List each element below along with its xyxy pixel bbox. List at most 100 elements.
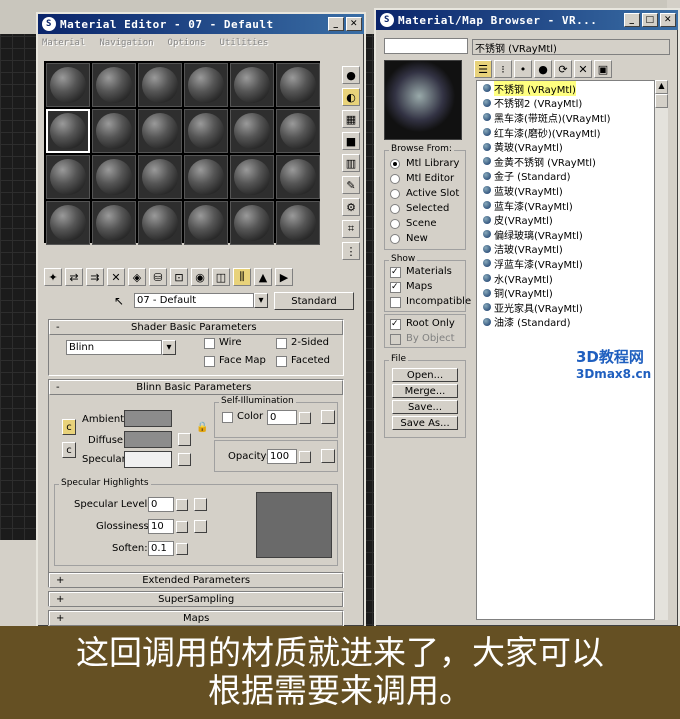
sample-slot[interactable] (276, 109, 320, 153)
two-sided-checkbox[interactable] (276, 338, 287, 349)
lock-ambient-diffuse-button[interactable]: c (62, 419, 76, 435)
sample-slot[interactable] (92, 109, 136, 153)
specular-map-button[interactable] (178, 453, 191, 466)
clear-library-icon[interactable]: ▣ (594, 60, 612, 78)
material-navigator-icon[interactable]: ⋮ (342, 242, 360, 260)
list-item[interactable]: 浮蓝车漆(VRayMtl) (477, 256, 655, 271)
show-end-result-icon[interactable]: ⫼ (233, 268, 251, 286)
sample-slot[interactable] (92, 155, 136, 199)
diffuse-map-button[interactable] (178, 433, 191, 446)
sample-slot[interactable] (184, 109, 228, 153)
scroll-thumb[interactable] (655, 94, 668, 108)
list-item[interactable]: 亚光家具(VRayMtl) (477, 300, 655, 315)
sample-slot[interactable] (276, 63, 320, 107)
close-button[interactable]: ✕ (346, 17, 362, 31)
faceted-checkbox[interactable] (276, 356, 287, 367)
sample-slot[interactable] (92, 63, 136, 107)
material-type-button[interactable]: Standard (274, 292, 354, 310)
close-button[interactable]: ✕ (660, 13, 676, 27)
file-save-button[interactable]: Save... (392, 400, 458, 414)
file-save-as-button[interactable]: Save As... (392, 416, 458, 430)
list-item[interactable]: 不锈钢 (VRayMtl) (477, 80, 655, 96)
soften-spinner[interactable] (176, 543, 188, 555)
list-item[interactable]: 铜(VRayMtl) (477, 285, 655, 300)
view-list-icons-icon[interactable]: ⁝ (494, 60, 512, 78)
glossiness-value[interactable]: 10 (148, 519, 174, 534)
specular-level-value[interactable]: 0 (148, 497, 174, 512)
specular-level-map-button[interactable] (194, 498, 207, 511)
view-small-icons-icon[interactable]: • (514, 60, 532, 78)
menu-options[interactable]: Options (168, 38, 206, 48)
specular-color-swatch[interactable] (124, 451, 172, 468)
material-name-field[interactable]: 07 - Default (134, 293, 254, 308)
minimize-button[interactable]: _ (328, 17, 344, 31)
list-item[interactable]: 油漆 (Standard) (477, 315, 655, 329)
put-to-scene-icon[interactable]: ⇄ (65, 268, 83, 286)
self-illum-map-button[interactable] (321, 410, 335, 424)
specular-level-spinner[interactable] (176, 499, 188, 511)
glossiness-spinner[interactable] (176, 521, 188, 533)
options-icon[interactable]: ⚙ (342, 198, 360, 216)
list-item[interactable]: 不锈钢2 (VRayMtl) (477, 96, 655, 110)
shader-dropdown-arrow[interactable]: ▾ (162, 340, 176, 355)
minimize-button[interactable]: _ (624, 13, 640, 27)
opacity-value[interactable]: 100 (267, 449, 297, 464)
list-item[interactable]: 黄玻(VRayMtl) (477, 139, 655, 154)
scroll-up-arrow[interactable]: ▲ (655, 80, 668, 94)
sample-slot[interactable] (138, 155, 182, 199)
sample-slot[interactable] (138, 63, 182, 107)
delete-from-library-icon[interactable]: ✕ (574, 60, 592, 78)
make-unique-icon[interactable]: ⛁ (149, 268, 167, 286)
sample-slot[interactable] (184, 63, 228, 107)
dropdown-arrow-button[interactable]: ▾ (254, 293, 268, 308)
ambient-color-swatch[interactable] (124, 410, 172, 427)
assign-to-selection-icon[interactable]: ⇉ (86, 268, 104, 286)
shader-rollout-header[interactable]: - Shader Basic Parameters (49, 320, 343, 335)
background-checker-icon[interactable]: ▦ (342, 110, 360, 128)
maximize-button[interactable]: □ (642, 13, 658, 27)
sample-slot[interactable] (230, 109, 274, 153)
sample-slot-selected[interactable] (46, 109, 90, 153)
make-copy-icon[interactable]: ◈ (128, 268, 146, 286)
radio-scene[interactable] (390, 219, 400, 229)
make-preview-icon[interactable]: ✎ (342, 176, 360, 194)
get-material-icon[interactable]: ✦ (44, 268, 62, 286)
sample-slot[interactable] (184, 201, 228, 245)
list-item[interactable]: 偏绿玻璃(VRayMtl) (477, 227, 655, 242)
by-object-checkbox[interactable] (390, 334, 401, 345)
face-map-checkbox[interactable] (204, 356, 215, 367)
sample-slot[interactable] (46, 201, 90, 245)
shader-select[interactable]: Blinn (66, 340, 162, 355)
put-to-library-icon[interactable]: ⊡ (170, 268, 188, 286)
sample-slot[interactable] (46, 155, 90, 199)
sample-slot[interactable] (92, 201, 136, 245)
select-by-material-icon[interactable]: ⌗ (342, 220, 360, 238)
view-large-icons-icon[interactable]: ● (534, 60, 552, 78)
sample-type-icon[interactable]: ● (342, 66, 360, 84)
list-item[interactable]: 皮(VRayMtl) (477, 212, 655, 227)
go-forward-to-sibling-icon[interactable]: ▶ (275, 268, 293, 286)
sample-slot[interactable] (230, 155, 274, 199)
extended-parameters-header[interactable]: + Extended Parameters (49, 573, 343, 588)
lock-diffuse-specular-button[interactable]: c (62, 442, 76, 458)
list-item[interactable]: 水(VRayMtl) (477, 271, 655, 286)
show-materials-checkbox[interactable]: ✓ (390, 267, 401, 278)
radio-mtl-editor[interactable] (390, 174, 400, 184)
radio-mtl-library[interactable] (390, 159, 400, 169)
view-list-icon[interactable]: ☰ (474, 60, 492, 78)
list-item[interactable]: 金子 (Standard) (477, 169, 655, 183)
lock-icon[interactable]: 🔒 (196, 422, 208, 433)
sample-slot[interactable] (138, 201, 182, 245)
soften-value[interactable]: 0.1 (148, 541, 174, 556)
self-illum-value[interactable]: 0 (267, 410, 297, 425)
sample-slot[interactable] (138, 109, 182, 153)
show-map-in-viewport-icon[interactable]: ◫ (212, 268, 230, 286)
show-incompatible-checkbox[interactable] (390, 297, 401, 308)
diffuse-color-swatch[interactable] (124, 431, 172, 448)
radio-new[interactable] (390, 234, 400, 244)
opacity-map-button[interactable] (321, 449, 335, 463)
uv-tiling-icon[interactable]: ■ (342, 132, 360, 150)
go-to-parent-icon[interactable]: ▲ (254, 268, 272, 286)
list-item[interactable]: 金黄不锈钢 (VRayMtl) (477, 154, 655, 169)
list-item[interactable]: 红车漆(磨砂)(VRayMtl) (477, 125, 655, 140)
